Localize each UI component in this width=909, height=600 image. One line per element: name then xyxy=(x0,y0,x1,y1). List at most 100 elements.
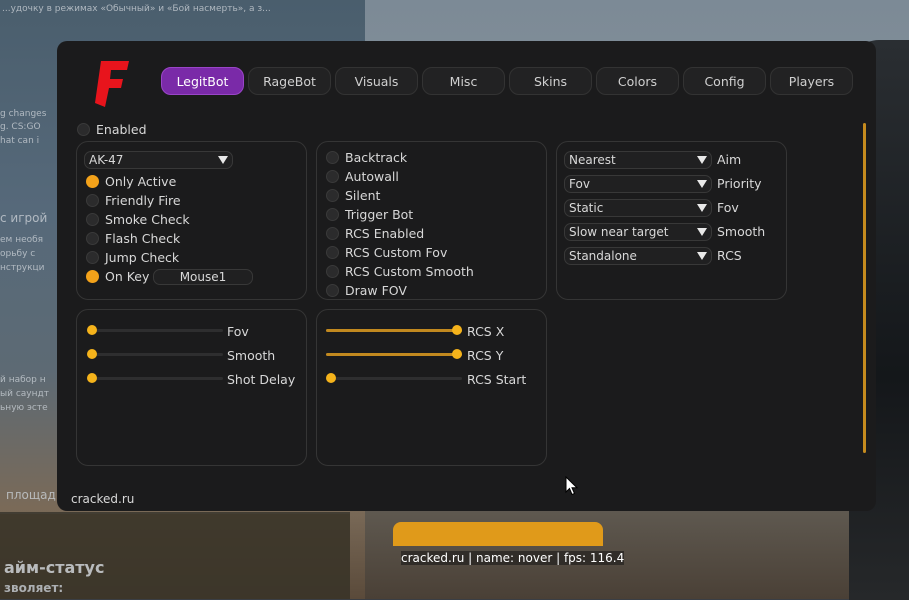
checkbox-indicator xyxy=(86,232,99,245)
chevron-down-icon xyxy=(697,204,707,212)
background-text: g changes xyxy=(0,109,47,119)
tab-misc[interactable]: Misc xyxy=(422,67,505,95)
enabled-checkbox[interactable]: Enabled xyxy=(77,122,147,137)
slider-knob[interactable] xyxy=(87,349,97,359)
tab-legitbot[interactable]: LegitBot xyxy=(161,67,244,95)
smooth-type-select[interactable]: Slow near target xyxy=(564,223,712,241)
rcs-start-slider[interactable] xyxy=(326,372,462,384)
rcs-custom-smooth-checkbox[interactable]: RCS Custom Smooth xyxy=(326,264,474,279)
aim-sliders-panel: Fov Smooth Shot Delay xyxy=(76,309,307,466)
background-text: ем необя xyxy=(0,235,44,245)
tab-players[interactable]: Players xyxy=(770,67,853,95)
on-key-checkbox[interactable]: On Key xyxy=(86,269,149,284)
checkbox-indicator xyxy=(326,284,339,297)
rcs-custom-fov-checkbox[interactable]: RCS Custom Fov xyxy=(326,245,447,260)
smoke-check-checkbox[interactable]: Smoke Check xyxy=(86,212,190,227)
rcs-x-slider-label: RCS X xyxy=(467,324,505,339)
slider-fill xyxy=(326,329,462,332)
checkbox-label: RCS Enabled xyxy=(345,226,425,241)
draw-fov-checkbox[interactable]: Draw FOV xyxy=(326,283,407,298)
checkbox-label: Silent xyxy=(345,188,381,203)
slider-knob[interactable] xyxy=(452,349,462,359)
checkbox-indicator xyxy=(326,227,339,240)
select-value: Fov xyxy=(569,177,590,191)
jump-check-checkbox[interactable]: Jump Check xyxy=(86,250,179,265)
tab-bar: LegitBot RageBot Visuals Misc Skins Colo… xyxy=(161,67,857,95)
aim-select[interactable]: Nearest xyxy=(564,151,712,169)
slider-fill xyxy=(326,353,462,356)
tab-visuals[interactable]: Visuals xyxy=(335,67,418,95)
background-text: площад xyxy=(6,488,56,502)
checkbox-label: Autowall xyxy=(345,169,399,184)
menu-scrollbar[interactable] xyxy=(863,123,866,453)
silent-checkbox[interactable]: Silent xyxy=(326,188,380,203)
autowall-checkbox[interactable]: Autowall xyxy=(326,169,399,184)
checkbox-indicator xyxy=(77,123,90,136)
rcs-x-slider[interactable] xyxy=(326,324,462,336)
rcs-enabled-checkbox[interactable]: RCS Enabled xyxy=(326,226,424,241)
background-text: нструкци xyxy=(0,263,45,273)
slider-knob[interactable] xyxy=(452,325,462,335)
tab-ragebot[interactable]: RageBot xyxy=(248,67,331,95)
checkbox-label: Only Active xyxy=(105,174,177,189)
only-active-checkbox[interactable]: Only Active xyxy=(86,174,176,189)
slider-knob[interactable] xyxy=(87,325,97,335)
background-text: ...удочку в режимах «Обычный» и «Бой нас… xyxy=(2,4,271,14)
weapon-select[interactable]: AK-47 xyxy=(84,151,233,169)
checkbox-label: On Key xyxy=(105,269,150,284)
smooth-slider[interactable] xyxy=(87,348,223,360)
flash-check-checkbox[interactable]: Flash Check xyxy=(86,231,180,246)
background-text: hat can i xyxy=(0,136,40,146)
backtrack-checkbox[interactable]: Backtrack xyxy=(326,150,407,165)
options-panel: Nearest Aim Fov Priority Static Fov Slow… xyxy=(556,141,787,300)
background-orange-bar xyxy=(393,522,603,546)
priority-label: Priority xyxy=(717,176,762,191)
tab-skins[interactable]: Skins xyxy=(509,67,592,95)
tab-config[interactable]: Config xyxy=(683,67,766,95)
feature-panel: Backtrack Autowall Silent Trigger Bot RC… xyxy=(316,141,547,300)
shot-delay-slider[interactable] xyxy=(87,372,223,384)
key-bind-button[interactable]: Mouse1 xyxy=(153,269,253,285)
select-value: Nearest xyxy=(569,153,616,167)
chevron-down-icon xyxy=(697,180,707,188)
priority-select[interactable]: Fov xyxy=(564,175,712,193)
checkbox-indicator xyxy=(86,213,99,226)
chevron-down-icon xyxy=(697,228,707,236)
fov-slider[interactable] xyxy=(87,324,223,336)
checkbox-label: Draw FOV xyxy=(345,283,407,298)
checkbox-label: RCS Custom Smooth xyxy=(345,264,474,279)
fov-type-label: Fov xyxy=(717,200,739,215)
slider-knob[interactable] xyxy=(87,373,97,383)
chevron-down-icon xyxy=(218,156,228,164)
tab-colors[interactable]: Colors xyxy=(596,67,679,95)
slider-track xyxy=(326,377,462,380)
trigger-bot-checkbox[interactable]: Trigger Bot xyxy=(326,207,413,222)
checkbox-indicator xyxy=(326,208,339,221)
background-text: ьную эсте xyxy=(0,403,48,413)
background-text: зволяет: xyxy=(4,581,64,595)
slider-track xyxy=(87,353,223,356)
rcs-type-select[interactable]: Standalone xyxy=(564,247,712,265)
fov-type-select[interactable]: Static xyxy=(564,199,712,217)
slider-knob[interactable] xyxy=(326,373,336,383)
checkbox-indicator xyxy=(86,251,99,264)
checkbox-label: Trigger Bot xyxy=(345,207,414,222)
weapon-select-value: AK-47 xyxy=(89,153,124,167)
smooth-type-label: Smooth xyxy=(717,224,766,239)
weapon-panel: AK-47 Only Active Friendly Fire Smoke Ch… xyxy=(76,141,307,300)
menu-footer: cracked.ru xyxy=(71,492,135,506)
rcs-y-slider[interactable] xyxy=(326,348,462,360)
checkbox-indicator xyxy=(86,175,99,188)
mouse-cursor-icon xyxy=(565,476,579,496)
checkbox-indicator xyxy=(326,189,339,202)
status-watermark: cracked.ru | name: nover | fps: 116.4 xyxy=(401,551,625,565)
friendly-fire-checkbox[interactable]: Friendly Fire xyxy=(86,193,181,208)
background-text: g. CS:GO xyxy=(0,122,41,132)
checkbox-indicator xyxy=(86,270,99,283)
select-value: Standalone xyxy=(569,249,637,263)
cheat-menu-window: LegitBot RageBot Visuals Misc Skins Colo… xyxy=(57,41,876,511)
chevron-down-icon xyxy=(697,156,707,164)
slider-track xyxy=(87,377,223,380)
background-text: й набор н xyxy=(0,375,46,385)
background-text: с игрой xyxy=(0,211,48,225)
